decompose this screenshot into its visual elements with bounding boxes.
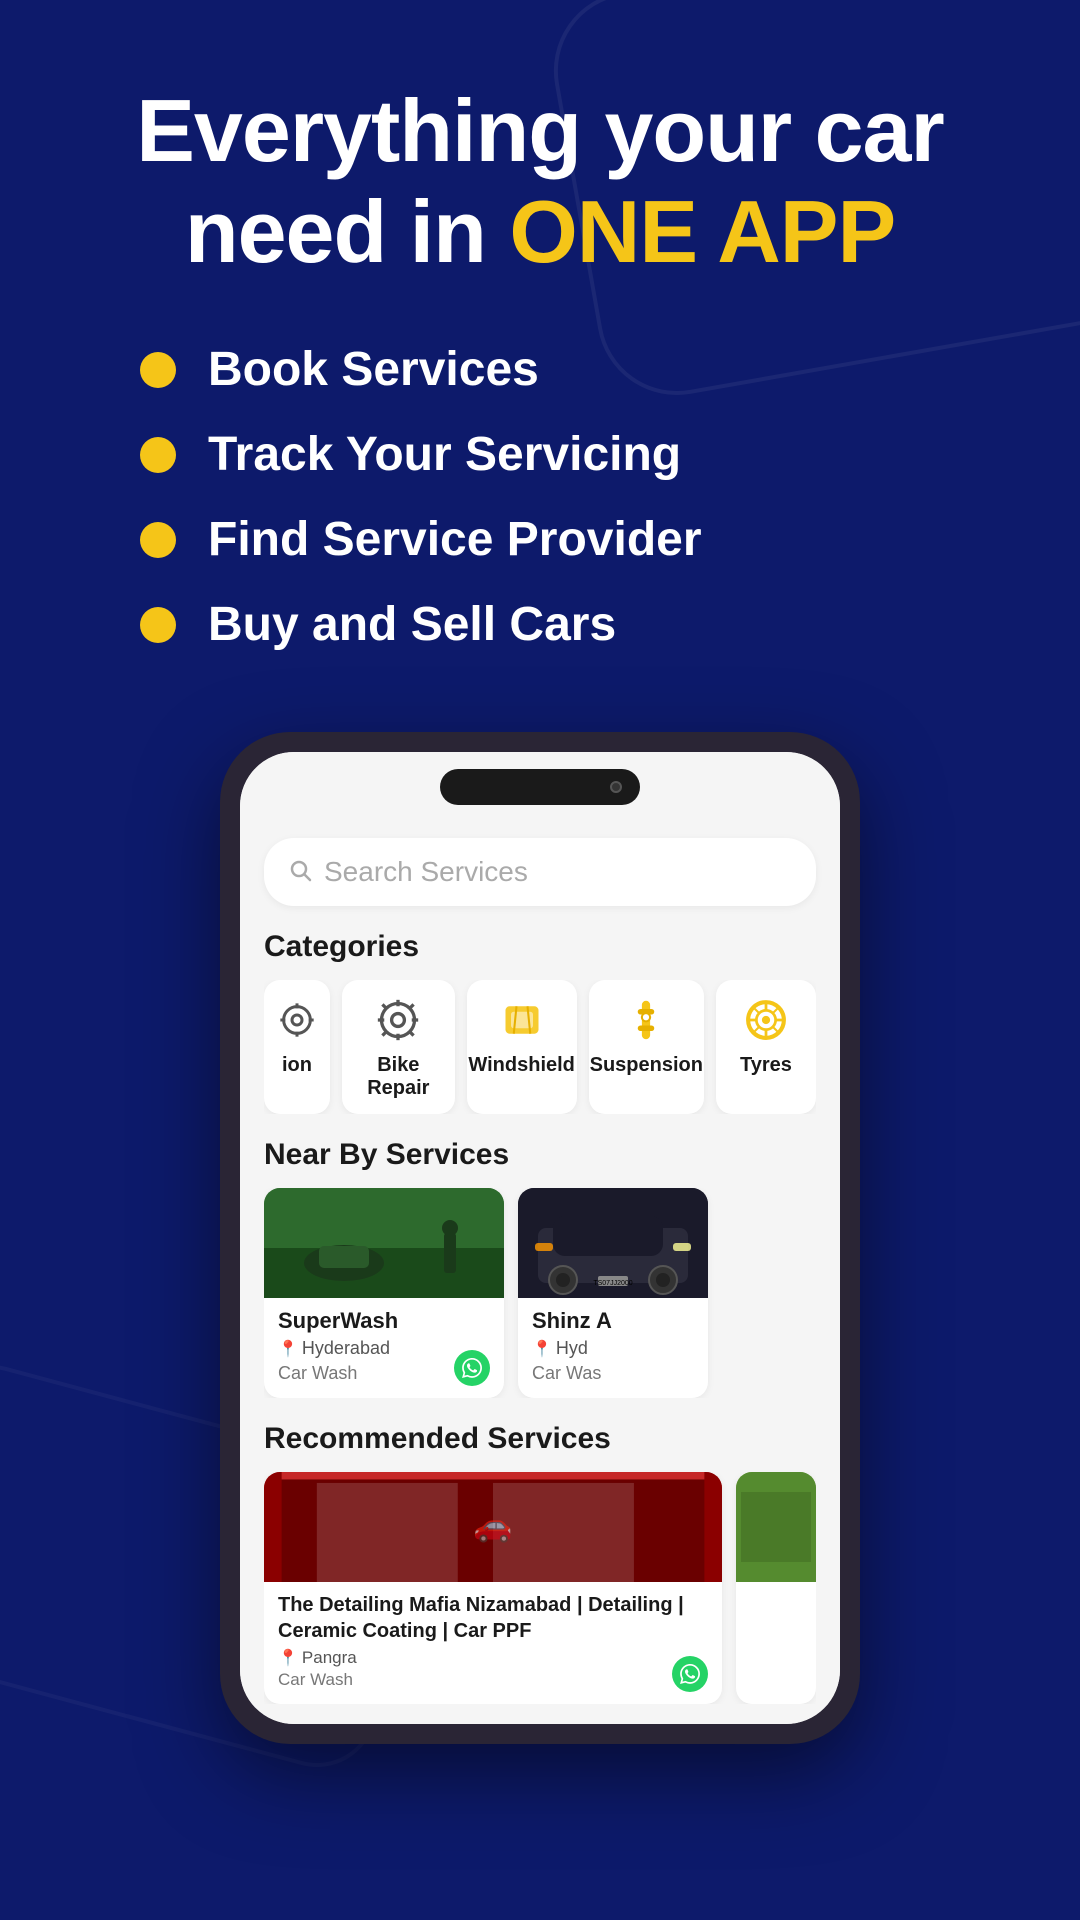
- category-card-tyres[interactable]: Tyres: [716, 980, 816, 1114]
- feature-item-1: Book Services: [140, 342, 1020, 397]
- nearby-row: SuperWash 📍 Hyderabad Car Wash: [264, 1188, 816, 1398]
- windshield-icon: [496, 994, 548, 1046]
- rec-city-detailing: Pangra: [302, 1648, 357, 1668]
- phone-container: Search Services Categories: [60, 732, 1020, 1784]
- service-card-shinz[interactable]: TS07JJ2000 Shinz A 📍 Hyd Car Was: [518, 1188, 708, 1398]
- phone-mockup: Search Services Categories: [220, 732, 860, 1744]
- nearby-title: Near By Services: [264, 1138, 816, 1172]
- recommended-row: DETAILING MAFIA 🚗 The Detailing Mafia Ni…: [264, 1472, 816, 1704]
- search-bar[interactable]: Search Services: [264, 838, 816, 906]
- service-type-shinz: Car Was: [532, 1363, 694, 1384]
- bullet-dot-3: [140, 522, 176, 558]
- feature-text-3: Find Service Provider: [208, 512, 702, 567]
- rec-card-img-detailing: DETAILING MAFIA 🚗: [264, 1472, 722, 1582]
- category-label-windshield: Windshield: [468, 1054, 574, 1077]
- service-name-superwash: SuperWash: [278, 1308, 490, 1334]
- service-card-superwash[interactable]: SuperWash 📍 Hyderabad Car Wash: [264, 1188, 504, 1398]
- category-label-partial: ion: [282, 1054, 312, 1077]
- svg-text:🚗: 🚗: [473, 1507, 512, 1543]
- app-screen: Search Services Categories: [240, 822, 840, 1724]
- service-city-shinz: Hyd: [556, 1338, 588, 1359]
- rec-name-detailing: The Detailing Mafia Nizamabad | Detailin…: [278, 1592, 708, 1644]
- feature-item-4: Buy and Sell Cars: [140, 597, 1020, 652]
- nearby-section: Near By Services: [264, 1138, 816, 1398]
- camera-dot: [610, 781, 622, 793]
- bullet-dot-4: [140, 607, 176, 643]
- recommended-section: Recommended Services: [264, 1422, 816, 1704]
- service-card-img-superwash: [264, 1188, 504, 1298]
- category-card-partial[interactable]: ion: [264, 980, 330, 1114]
- phone-notch-area: [240, 752, 840, 822]
- service-name-shinz: Shinz A: [532, 1308, 694, 1334]
- category-card-bike-repair[interactable]: Bike Repair: [342, 980, 455, 1114]
- feature-list: Book Services Track Your Servicing Find …: [140, 342, 1020, 652]
- feature-text-1: Book Services: [208, 342, 539, 397]
- hero-title-line2-white: need in: [185, 182, 510, 281]
- hero-title-line1: Everything your car: [136, 81, 944, 180]
- tyres-icon: [740, 994, 792, 1046]
- feature-text-2: Track Your Servicing: [208, 427, 681, 482]
- categories-row: ion: [264, 980, 816, 1114]
- svg-text:TS07JJ2000: TS07JJ2000: [593, 1280, 632, 1287]
- bike-repair-icon: [372, 994, 424, 1046]
- hero-title-highlight: ONE APP: [509, 182, 895, 281]
- rec-type-detailing: Car Wash: [278, 1670, 708, 1690]
- search-icon: [288, 858, 312, 887]
- rec-card-img-partial: [736, 1472, 816, 1582]
- hero-title: Everything your car need in ONE APP: [60, 80, 1020, 282]
- bullet-dot-1: [140, 352, 176, 388]
- rec-card-partial[interactable]: [736, 1472, 816, 1704]
- page-content: Everything your car need in ONE APP Book…: [0, 0, 1080, 1784]
- pin-icon-detailing: 📍: [278, 1648, 298, 1668]
- categories-section: Categories: [264, 930, 816, 1114]
- category-icon-partial: [271, 994, 323, 1046]
- category-label-suspension: Suspension: [590, 1054, 703, 1077]
- suspension-icon: [620, 994, 672, 1046]
- service-card-info-shinz: Shinz A 📍 Hyd Car Was: [518, 1298, 708, 1398]
- feature-item-2: Track Your Servicing: [140, 427, 1020, 482]
- category-card-suspension[interactable]: Suspension: [589, 980, 704, 1114]
- rec-card-info-detailing: The Detailing Mafia Nizamabad | Detailin…: [264, 1582, 722, 1704]
- rec-location-detailing: 📍 Pangra: [278, 1648, 708, 1668]
- feature-text-4: Buy and Sell Cars: [208, 597, 616, 652]
- pin-icon-shinz: 📍: [532, 1339, 552, 1359]
- category-label-tyres: Tyres: [740, 1054, 792, 1077]
- recommended-title: Recommended Services: [264, 1422, 816, 1456]
- service-city-superwash: Hyderabad: [302, 1338, 390, 1359]
- search-placeholder: Search Services: [324, 856, 528, 888]
- hero-heading: Everything your car need in ONE APP: [60, 80, 1020, 282]
- phone-notch: [440, 769, 640, 805]
- bullet-dot-2: [140, 437, 176, 473]
- rec-card-detailing[interactable]: DETAILING MAFIA 🚗 The Detailing Mafia Ni…: [264, 1472, 722, 1704]
- category-label-bike-repair: Bike Repair: [354, 1054, 443, 1100]
- service-location-shinz: 📍 Hyd: [532, 1338, 694, 1359]
- pin-icon-superwash: 📍: [278, 1339, 298, 1359]
- feature-item-3: Find Service Provider: [140, 512, 1020, 567]
- categories-title: Categories: [264, 930, 816, 964]
- category-card-windshield[interactable]: Windshield: [467, 980, 577, 1114]
- service-card-img-shinz: TS07JJ2000: [518, 1188, 708, 1298]
- phone-inner: Search Services Categories: [240, 752, 840, 1724]
